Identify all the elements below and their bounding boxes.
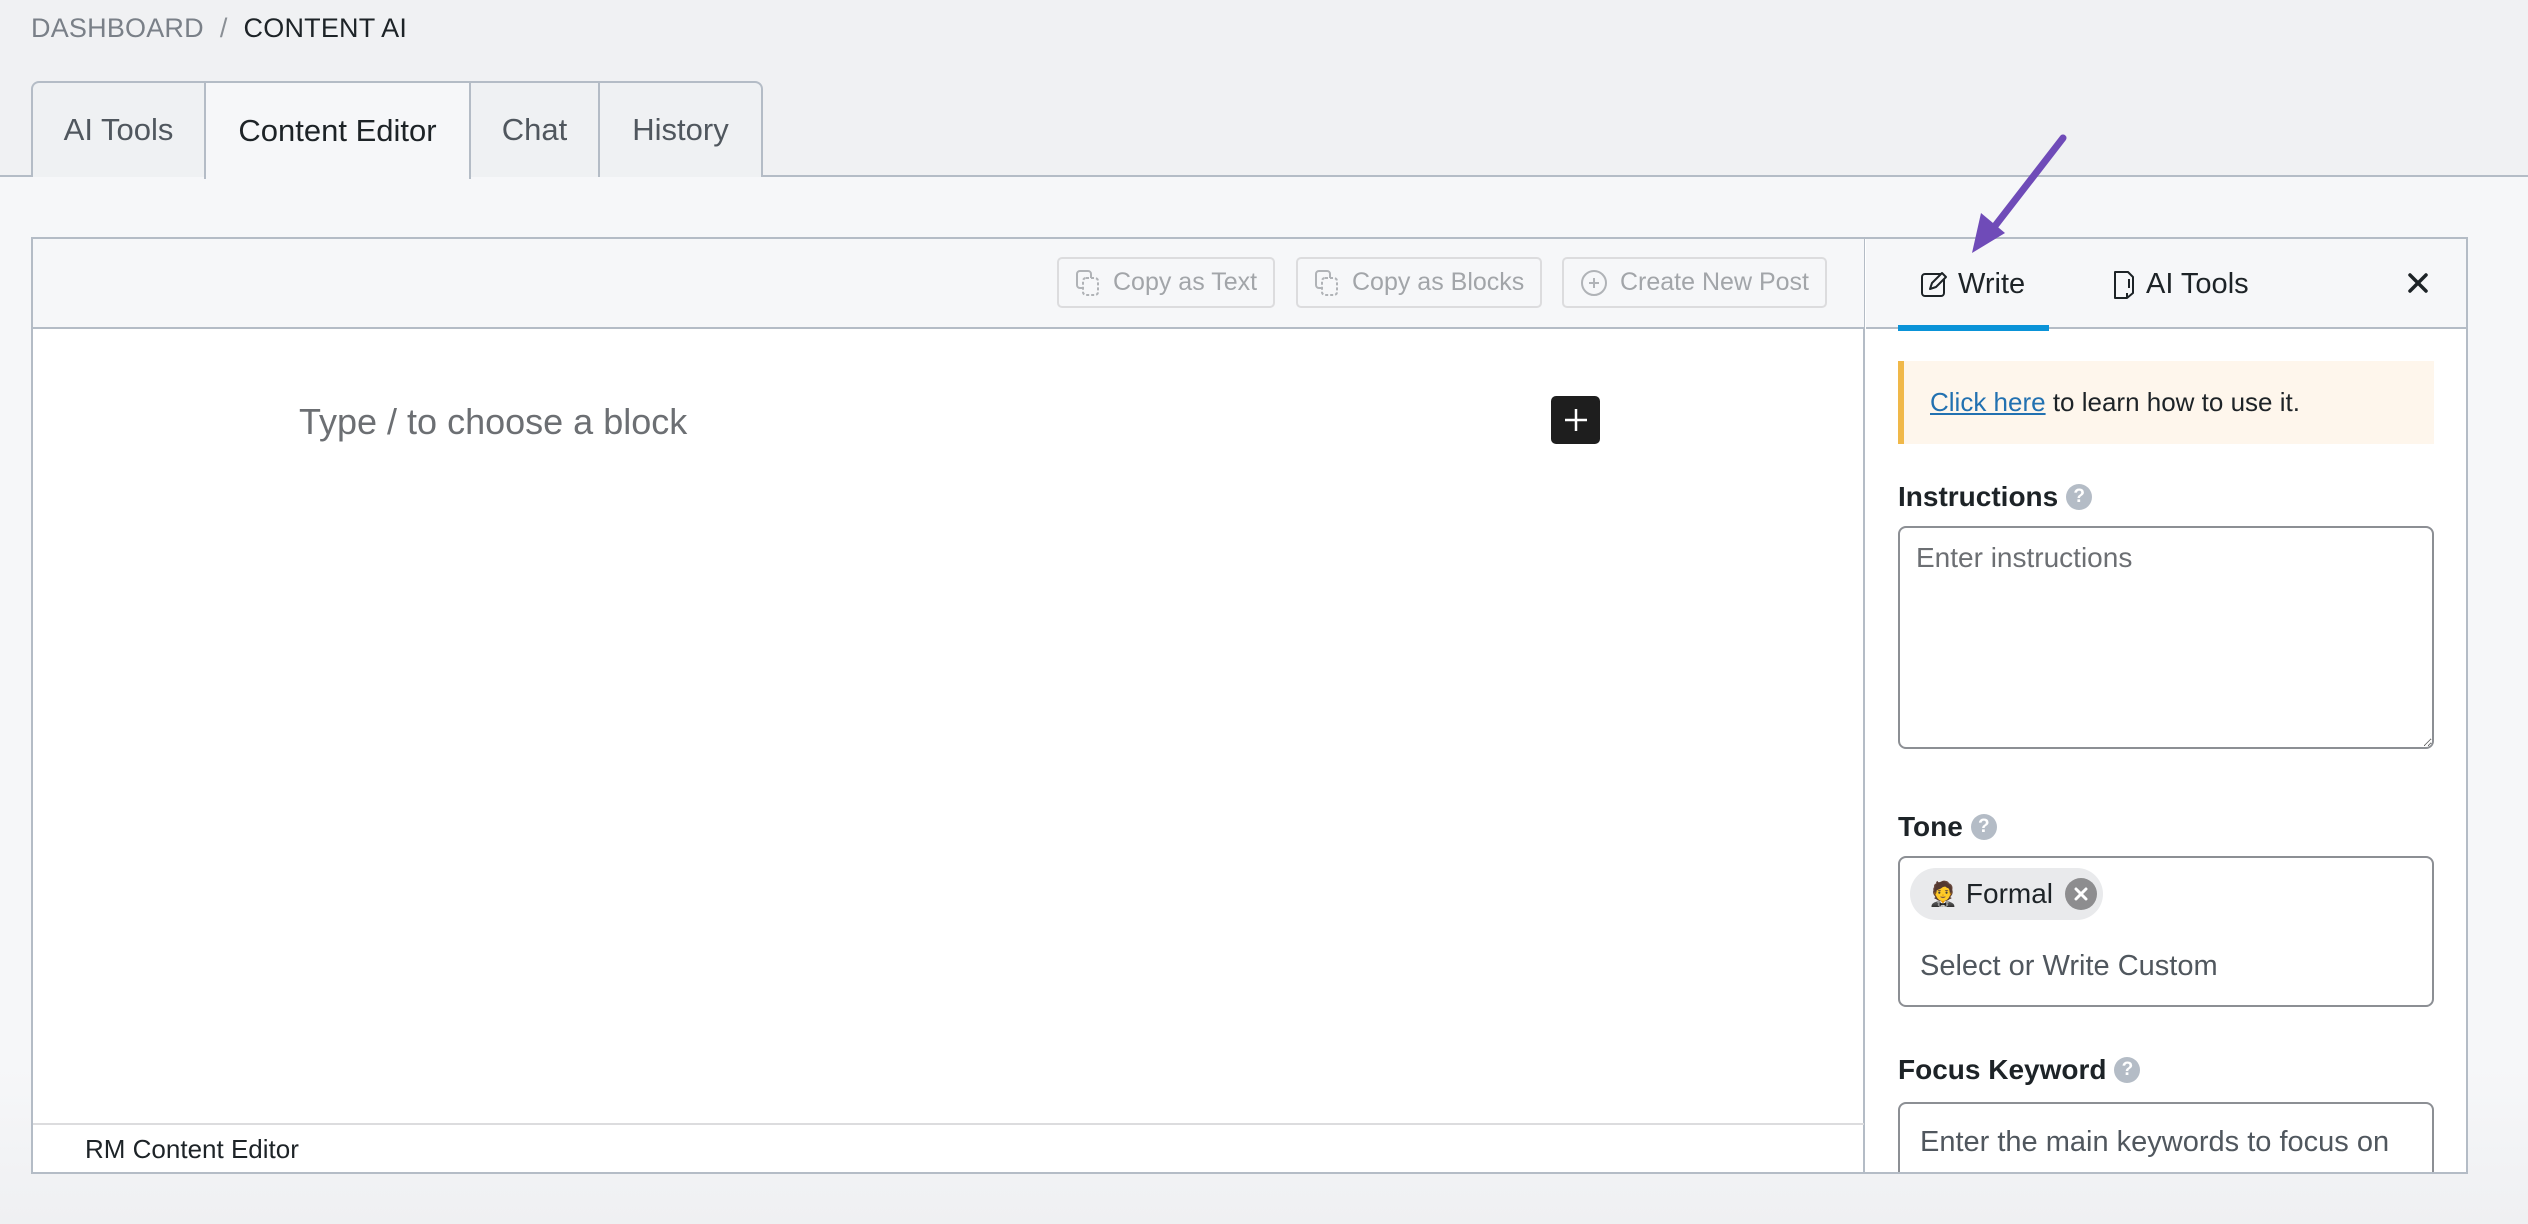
tab-content-editor[interactable]: Content Editor <box>204 81 471 179</box>
instructions-label-text: Instructions <box>1898 481 2059 512</box>
copy-icon <box>1076 269 1099 296</box>
close-icon <box>2408 273 2428 293</box>
add-block-button[interactable] <box>1551 396 1600 444</box>
tone-chip-label: Formal <box>1965 878 2054 909</box>
help-icon[interactable]: ? <box>2114 1057 2141 1083</box>
tab-history[interactable]: History <box>598 81 763 177</box>
create-new-post-button[interactable]: Create New Post <box>1562 257 1827 308</box>
tone-chip-formal: 🤵 Formal <box>1910 868 2104 920</box>
close-sidebar-button[interactable] <box>2400 265 2436 301</box>
tab-chat[interactable]: Chat <box>469 81 600 177</box>
help-icon[interactable]: ? <box>1970 814 1997 840</box>
editor-footer: RM Content Editor <box>33 1123 1864 1172</box>
copy-as-text-button[interactable]: Copy as Text <box>1057 257 1276 308</box>
focus-keyword-input[interactable] <box>1920 1120 2426 1164</box>
editor-main: Copy as Text Copy as Blocks Create New P… <box>33 239 1865 1172</box>
main-tabs: AI Tools Content Editor Chat History <box>0 81 2528 179</box>
breadcrumb: DASHBOARD / CONTENT AI <box>31 10 407 46</box>
editor-footer-label: RM Content Editor <box>85 1134 299 1164</box>
tone-label-text: Tone <box>1898 811 1963 842</box>
plus-circle-icon <box>1581 269 1607 296</box>
editor-toolbar: Copy as Text Copy as Blocks Create New P… <box>33 239 1864 329</box>
sidebar-tab-write[interactable]: Write <box>1898 239 2050 331</box>
tab-ai-tools[interactable]: AI Tools <box>31 81 206 177</box>
copy-as-text-label: Copy as Text <box>1113 268 1258 296</box>
copy-as-blocks-label: Copy as Blocks <box>1352 268 1525 296</box>
edit-icon <box>1921 272 1947 297</box>
sidebar-tab-ai-tools-label: AI Tools <box>2146 267 2249 300</box>
breadcrumb-separator: / <box>219 12 228 43</box>
sidebar-tab-ai-tools[interactable]: AI Tools <box>2112 239 2249 329</box>
plus-icon <box>1564 409 1587 431</box>
remove-tone-button[interactable] <box>2065 878 2098 910</box>
block-placeholder[interactable]: Type / to choose a block <box>299 401 687 443</box>
tone-input[interactable] <box>1920 944 2410 988</box>
help-notice-text: to learn how to use it. <box>2045 387 2300 417</box>
breadcrumb-current: CONTENT AI <box>243 12 408 43</box>
copy-icon <box>1315 269 1338 296</box>
document-icon <box>2114 271 2134 299</box>
instructions-label: Instructions ? <box>1898 481 2093 513</box>
write-sidebar: Write AI Tools Click here to learn how t… <box>1866 239 2466 1172</box>
instructions-textarea[interactable] <box>1898 526 2434 749</box>
learn-how-link[interactable]: Click here <box>1930 387 2046 418</box>
tone-select[interactable]: 🤵 Formal <box>1898 856 2434 1007</box>
help-notice: Click here to learn how to use it. <box>1898 361 2434 444</box>
help-icon[interactable]: ? <box>2066 484 2093 510</box>
breadcrumb-dashboard[interactable]: DASHBOARD <box>31 13 204 44</box>
focus-keyword-field <box>1898 1102 2434 1172</box>
content-editor-panel: Copy as Text Copy as Blocks Create New P… <box>31 237 2468 1174</box>
copy-as-blocks-button[interactable]: Copy as Blocks <box>1296 257 1543 308</box>
close-icon <box>2074 887 2088 901</box>
focus-keyword-label-text: Focus Keyword <box>1898 1054 2107 1085</box>
tone-label: Tone ? <box>1898 811 1997 843</box>
sidebar-tab-write-label: Write <box>1958 267 2026 300</box>
focus-keyword-label: Focus Keyword ? <box>1898 1054 2141 1086</box>
sidebar-tabs: Write AI Tools <box>1866 239 2466 331</box>
formal-emoji-icon: 🤵 <box>1928 880 1958 908</box>
create-new-post-label: Create New Post <box>1620 268 1809 296</box>
